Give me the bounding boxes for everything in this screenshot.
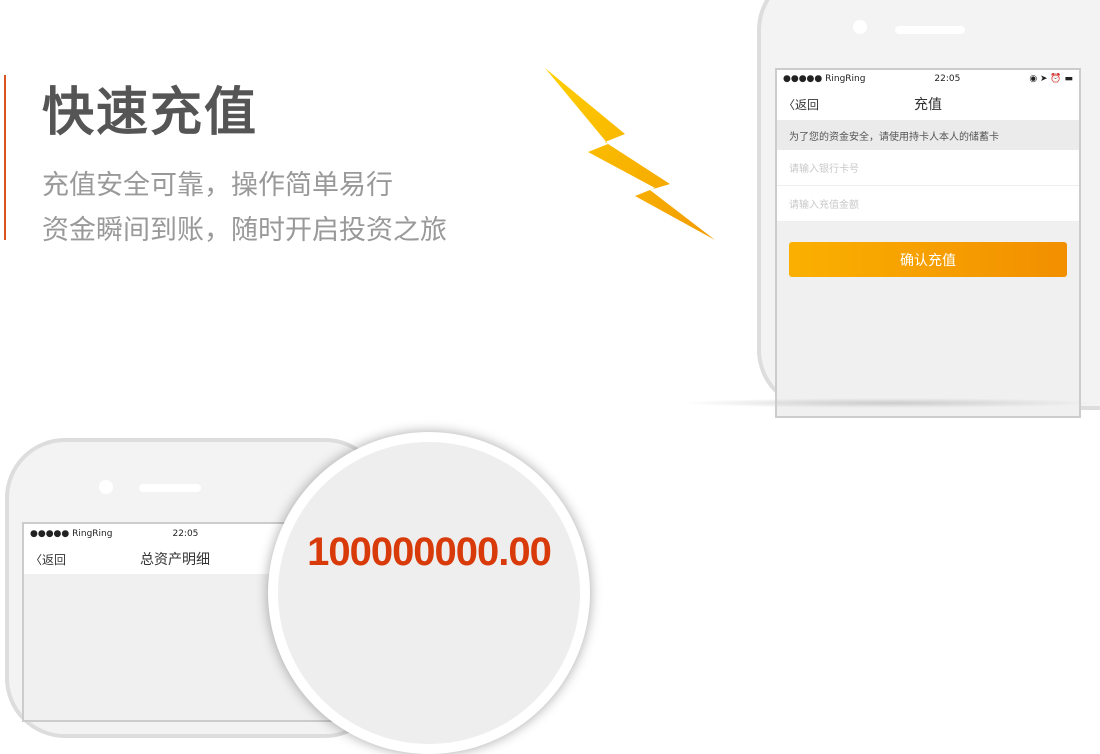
accent-line [4, 75, 6, 240]
hero-subtitle-1: 充值安全可靠，操作简单易行 [42, 170, 393, 201]
back-button[interactable]: 〈返回 [30, 551, 66, 568]
time: 22:05 [934, 74, 961, 84]
total-assets-amount: 100000000.00 [307, 530, 552, 574]
hero-title: 快速充值 [42, 83, 259, 143]
time: 22:05 [172, 529, 199, 539]
phone-camera [99, 480, 113, 494]
phone-speaker [895, 26, 965, 34]
recharge-phone: ●●●●● RingRing 22:05 ◉ ➤ ⏰ ▬ 〈返回 充值 为了您的… [757, 0, 1100, 418]
phone-shadow [680, 398, 1100, 408]
nav-title: 总资产明细 [140, 552, 210, 568]
amount-input[interactable]: 请输入充值金额 [777, 186, 1079, 222]
recharge-screen: ●●●●● RingRing 22:05 ◉ ➤ ⏰ ▬ 〈返回 充值 为了您的… [775, 68, 1081, 418]
magnifier-lens [278, 442, 580, 744]
confirm-recharge-button[interactable]: 确认充值 [789, 242, 1067, 277]
phone-camera [853, 20, 867, 34]
status-bar: ●●●●● RingRing 22:05 ◉ ➤ ⏰ ▬ [777, 70, 1079, 88]
phone-speaker [139, 484, 201, 492]
nav-title: 充值 [914, 97, 942, 113]
carrier: ●●●●● RingRing [30, 529, 113, 539]
nav-bar: 〈返回 充值 [777, 88, 1079, 120]
status-icons: ◉ ➤ ⏰ ▬ [1029, 74, 1073, 84]
card-number-input[interactable]: 请输入银行卡号 [777, 150, 1079, 186]
lightning-icon [545, 68, 715, 240]
hero-subtitle-2: 资金瞬间到账，随时开启投资之旅 [42, 215, 447, 246]
security-notice: 为了您的资金安全，请使用持卡人本人的储蓄卡 [777, 120, 1079, 150]
carrier: ●●●●● RingRing [783, 74, 866, 84]
back-button[interactable]: 〈返回 [783, 96, 819, 113]
magnifier: 100000000.00 [268, 432, 590, 754]
